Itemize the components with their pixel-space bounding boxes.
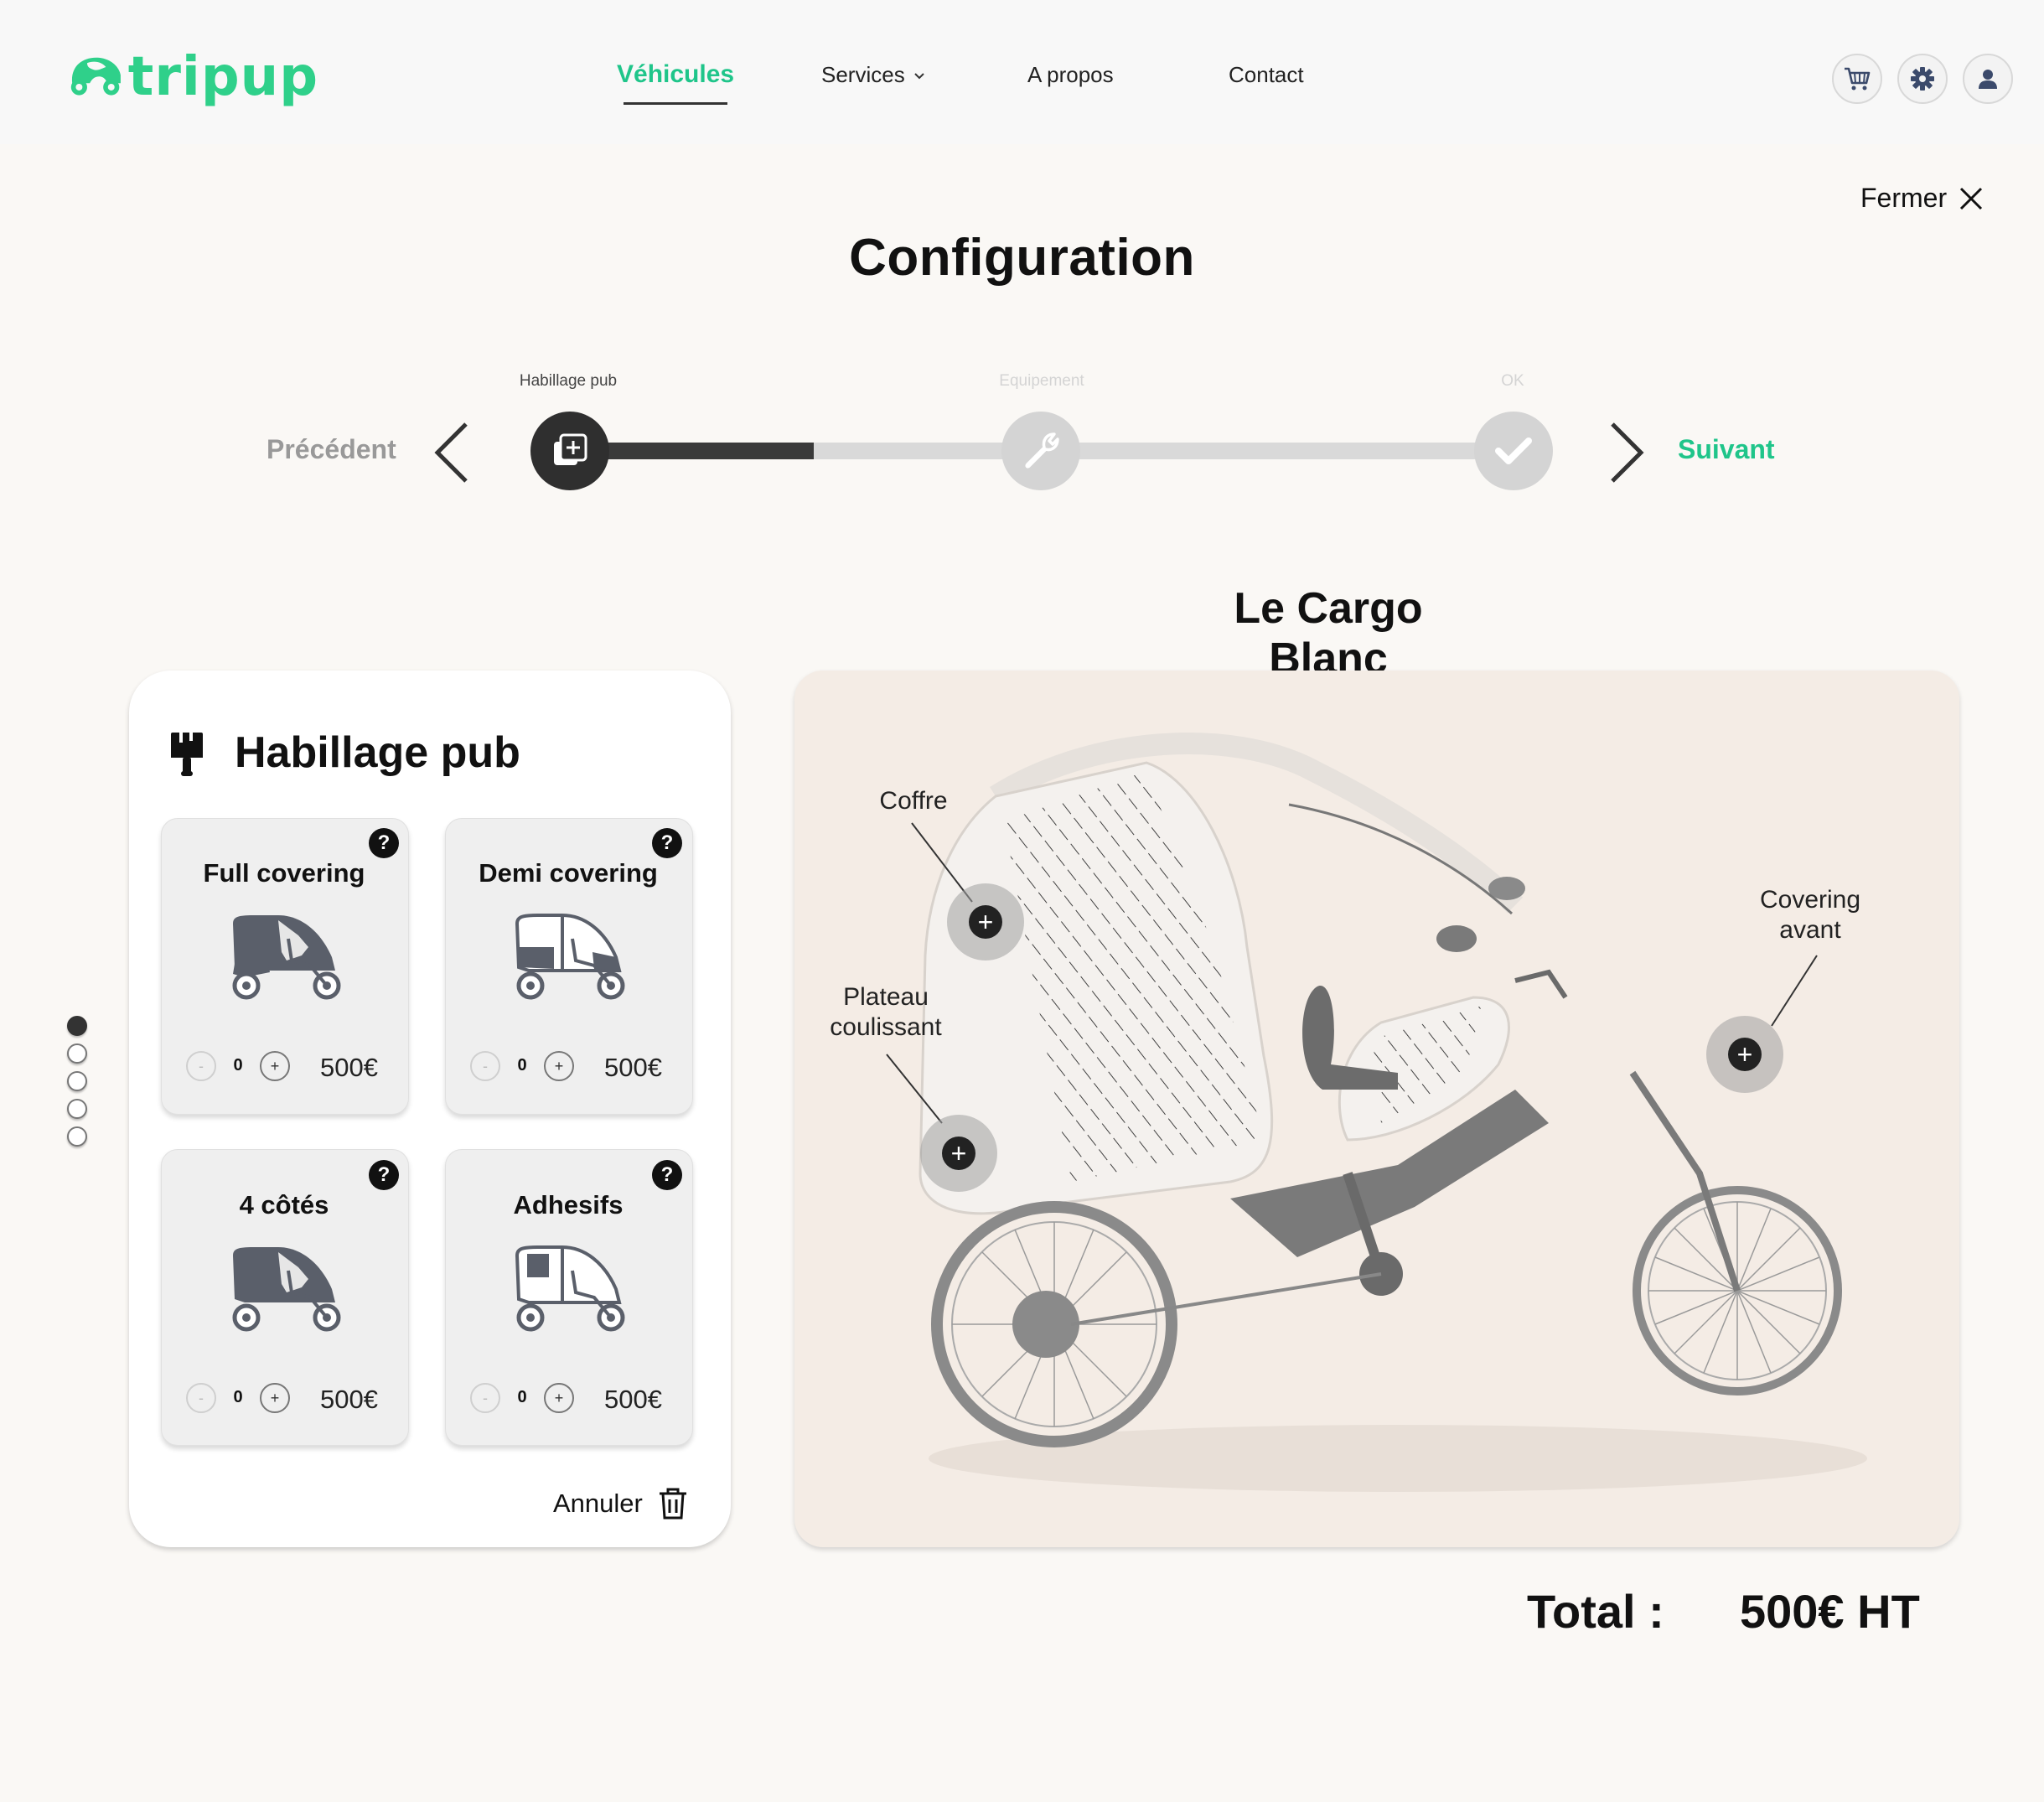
settings-button[interactable] [1897,54,1948,104]
total-value: 500€ HT [1740,1585,1920,1638]
wrench-icon [1025,432,1059,469]
account-button[interactable] [1963,54,2013,104]
pagination-dot-1[interactable] [67,1016,87,1036]
increase-button[interactable]: + [260,1383,290,1413]
close-icon [1960,187,1983,210]
callout-coffre: Coffre [879,787,948,815]
paint-brush-icon [171,733,203,776]
decrease-button[interactable]: - [186,1051,216,1081]
card-price: 500€ [320,1385,378,1414]
gear-icon [1911,67,1934,91]
next-label[interactable]: Suivant [1678,434,1775,465]
decrease-button[interactable]: - [470,1051,500,1081]
quantity-value: 0 [517,1388,527,1406]
page-title: Configuration [849,229,1195,287]
help-icon[interactable]: ? [652,1160,682,1190]
tuk-tuk-4-cotes-icon [232,1247,341,1332]
callout-covering-avant: Covering avant [1759,886,1861,944]
help-icon[interactable]: ? [369,1160,399,1190]
previous-label[interactable]: Précédent [266,434,396,465]
card-title: 4 côtés [239,1190,329,1219]
pagination-dot-2[interactable] [67,1043,87,1064]
chevron-down-icon [913,72,924,79]
hotspot-covering-avant[interactable]: + [1706,1016,1783,1093]
total-label: Total : [1527,1585,1664,1638]
nav-services[interactable]: Services [821,62,925,88]
callout-plateau-coulissant: Plateau coulissant [830,983,942,1041]
plus-icon: + [1728,1038,1762,1071]
cancel-button[interactable]: Annuler [553,1487,688,1520]
close-button[interactable]: Fermer [1860,183,1984,214]
step-label-ok: OK [1501,372,1524,390]
nav-contact[interactable]: Contact [1229,62,1304,88]
nav-vehicules[interactable]: Véhicules [617,60,734,89]
card-title: Demi covering [479,858,658,888]
plus-icon: + [969,905,1002,939]
user-icon [1979,70,1997,89]
quantity-value: 0 [233,1056,243,1074]
stepper-progress [587,443,815,459]
decrease-button[interactable]: - [186,1383,216,1413]
cart-icon [1845,67,1871,91]
panel-title: Habillage pub [235,728,520,777]
tuk-tuk-adhesifs-icon [515,1245,625,1332]
card-price: 500€ [604,1053,662,1082]
tuk-tuk-full-icon [232,915,341,1000]
check-icon [1495,438,1532,464]
increase-button[interactable]: + [260,1051,290,1081]
product-title: Le Cargo Blanc [1234,584,1423,683]
card-price: 500€ [320,1053,378,1082]
add-layer-icon [554,433,587,465]
plus-icon: + [942,1137,975,1170]
pagination-dot-4[interactable] [67,1099,87,1119]
brand-logo[interactable]: tripup [67,44,318,111]
hotspot-coffre[interactable]: + [947,883,1024,961]
help-icon[interactable]: ? [652,828,682,858]
cancel-label: Annuler [553,1489,643,1518]
trash-icon [659,1488,686,1520]
quantity-value: 0 [517,1056,527,1074]
step-label-habillage: Habillage pub [519,372,618,390]
increase-button[interactable]: + [544,1383,574,1413]
help-icon[interactable]: ? [369,828,399,858]
step-label-equipement: Equipement [999,372,1084,390]
chevron-left-icon[interactable] [432,421,471,484]
tuk-tuk-logo-icon [70,57,121,96]
card-title: Adhesifs [513,1190,624,1219]
nav-a-propos[interactable]: A propos [1027,62,1114,88]
tuk-tuk-demi-icon [515,914,625,1000]
increase-button[interactable]: + [544,1051,574,1081]
brand-name: tripup [127,46,318,108]
card-title: Full covering [203,858,365,888]
step-equipement[interactable] [1001,412,1080,490]
decrease-button[interactable]: - [470,1383,500,1413]
chevron-right-icon[interactable] [1607,421,1646,484]
close-label: Fermer [1860,183,1948,213]
hotspot-plateau-coulissant[interactable]: + [920,1115,997,1192]
card-price: 500€ [604,1385,662,1414]
nav-active-underline [624,102,727,105]
pagination-dot-5[interactable] [67,1126,87,1147]
pagination-dot-3[interactable] [67,1071,87,1091]
nav-services-label: Services [821,62,905,87]
quantity-value: 0 [233,1388,243,1406]
cart-button[interactable] [1832,54,1882,104]
step-ok[interactable] [1474,412,1553,490]
step-habillage[interactable] [530,412,609,490]
